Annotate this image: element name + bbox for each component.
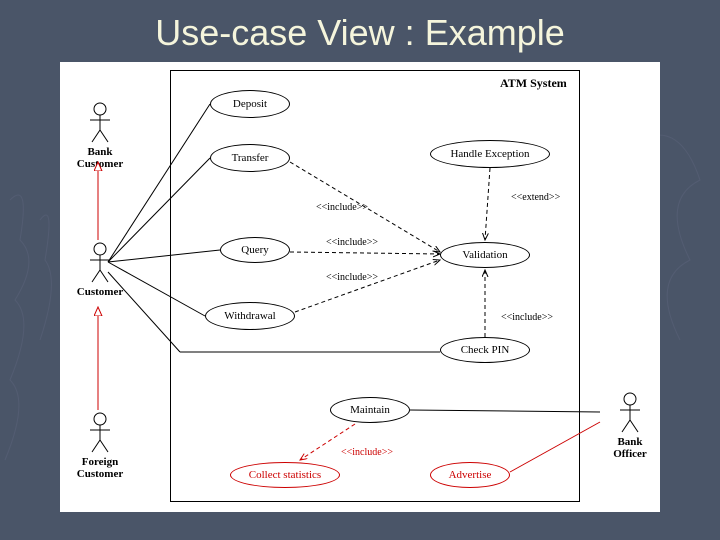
system-boundary — [170, 70, 580, 502]
usecase-maintain: Maintain — [330, 397, 410, 423]
usecase-withdrawal: Withdrawal — [205, 302, 295, 330]
actor-label: Bank Officer — [600, 436, 660, 460]
actor-foreign-customer: Foreign Customer — [70, 412, 130, 480]
stickman-icon — [86, 102, 114, 144]
stereotype-include: <<include>> — [315, 202, 369, 213]
stereotype-include: <<include>> — [325, 272, 379, 283]
actor-bank-customer: Bank Customer — [70, 102, 130, 170]
stereotype-include: <<include>> — [340, 447, 394, 458]
actor-label: Customer — [70, 286, 130, 298]
usecase-transfer: Transfer — [210, 144, 290, 172]
stereotype-include: <<include>> — [500, 312, 554, 323]
stereotype-extend: <<extend>> — [510, 192, 561, 203]
stickman-icon — [86, 242, 114, 284]
usecase-query: Query — [220, 237, 290, 263]
stickman-icon — [86, 412, 114, 454]
system-label: ATM System — [500, 76, 567, 91]
usecase-diagram: ATM System Bank Customer Customer — [60, 62, 660, 512]
stickman-icon — [616, 392, 644, 434]
usecase-deposit: Deposit — [210, 90, 290, 118]
usecase-check-pin: Check PIN — [440, 337, 530, 363]
page-title: Use-case View : Example — [0, 0, 720, 62]
usecase-handle-exception: Handle Exception — [430, 140, 550, 168]
actor-bank-officer: Bank Officer — [600, 392, 660, 460]
actor-label: Foreign Customer — [70, 456, 130, 480]
actor-customer: Customer — [70, 242, 130, 298]
usecase-validation: Validation — [440, 242, 530, 268]
actor-label: Bank Customer — [70, 146, 130, 170]
usecase-collect-statistics: Collect statistics — [230, 462, 340, 488]
usecase-advertise: Advertise — [430, 462, 510, 488]
stereotype-include: <<include>> — [325, 237, 379, 248]
